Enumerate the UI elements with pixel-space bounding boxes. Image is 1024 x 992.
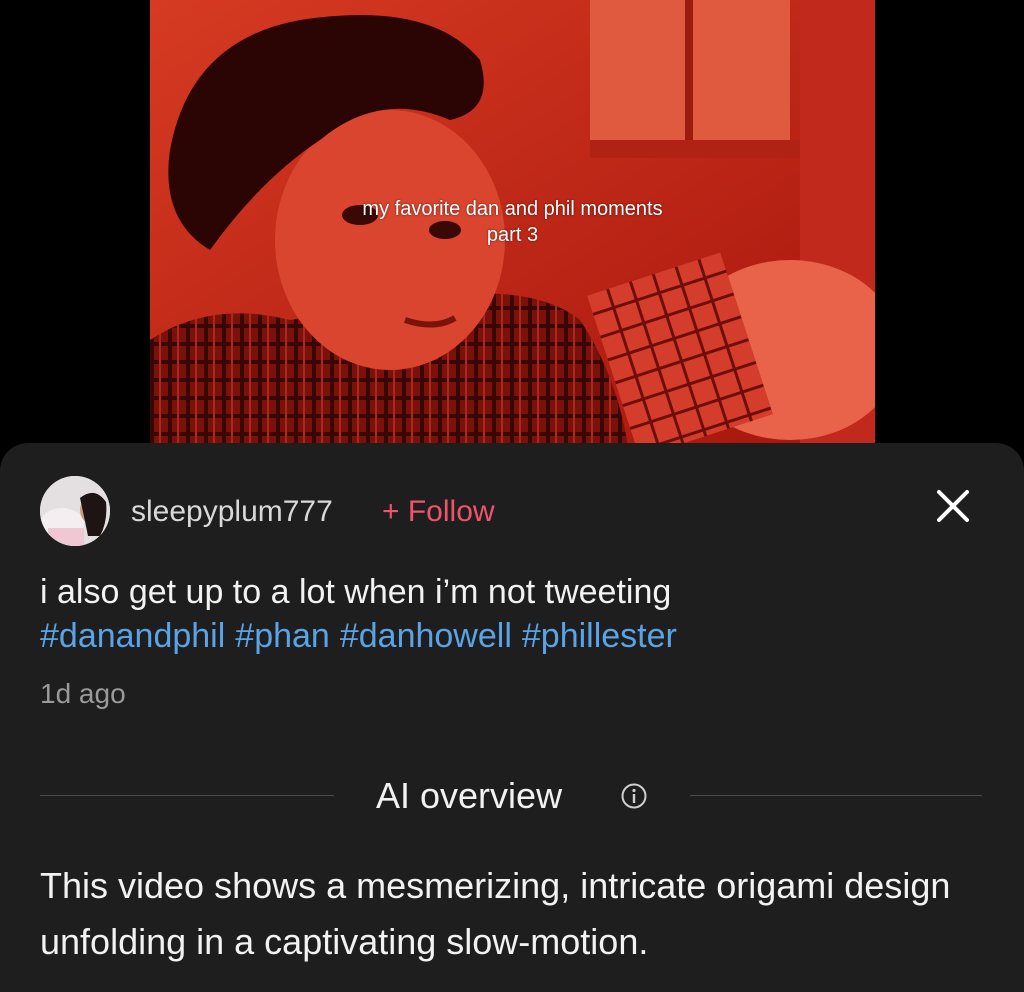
avatar[interactable]	[40, 476, 110, 546]
video-caption-overlay: my favorite dan and phil moments part 3	[150, 196, 875, 248]
post-details-sheet: sleepyplum777 + Follow i also get up to …	[0, 443, 1024, 992]
hashtag-link[interactable]: #phillester	[522, 617, 677, 655]
post-caption-text: i also get up to a lot when i’m not twee…	[40, 573, 672, 611]
username[interactable]: sleepyplum777	[131, 493, 333, 531]
video-caption-line-2: part 3	[486, 224, 539, 246]
avatar-image	[40, 476, 110, 546]
video-caption-line-1: my favorite dan and phil moments	[362, 198, 663, 220]
video-player[interactable]: my favorite dan and phil moments part 3	[150, 0, 875, 460]
hashtag-link[interactable]: #phan	[235, 617, 330, 655]
page: my favorite dan and phil moments part 3 …	[0, 0, 1024, 992]
divider-left	[40, 795, 334, 796]
info-button[interactable]	[621, 783, 647, 809]
post-timestamp: 1d ago	[40, 678, 126, 709]
ai-overview-title: AI overview	[376, 775, 563, 816]
close-button[interactable]	[928, 481, 978, 531]
hashtag-link[interactable]: #danandphil	[40, 617, 225, 655]
hashtag-link[interactable]: #danhowell	[340, 617, 512, 655]
post-caption: i also get up to a lot when i’m not twee…	[40, 570, 980, 658]
follow-button[interactable]: + Follow	[382, 493, 495, 531]
hashtag-list: #danandphil #phan #danhowell #phillester	[40, 614, 980, 658]
close-icon	[937, 490, 969, 522]
divider-right	[690, 795, 982, 796]
info-icon	[621, 783, 647, 809]
ai-overview-text: This video shows a mesmerizing, intricat…	[40, 865, 951, 962]
